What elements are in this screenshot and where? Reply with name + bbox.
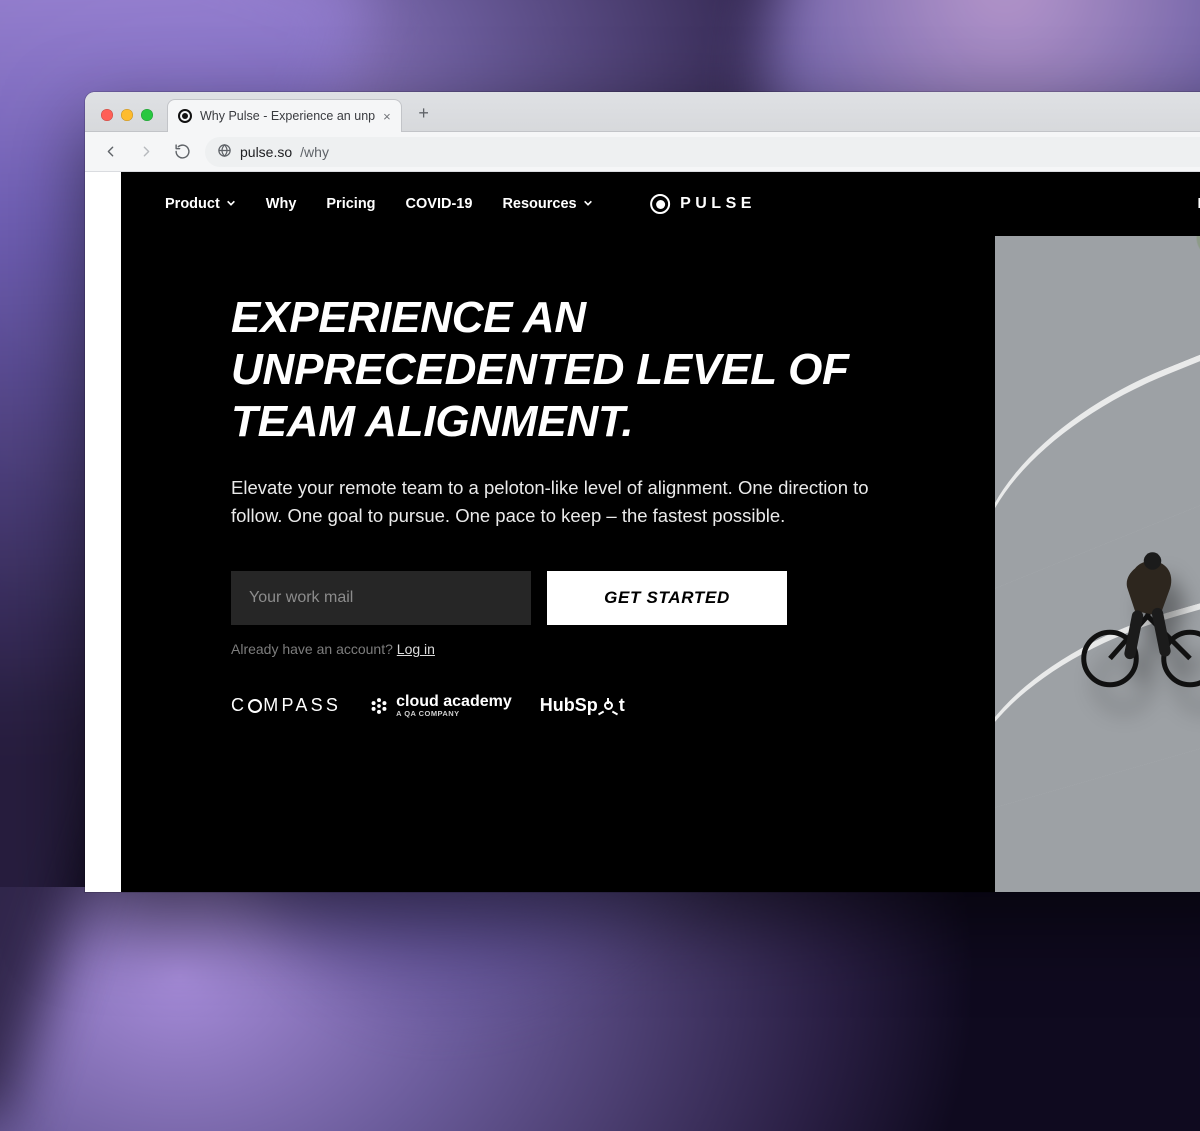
browser-window: Why Pulse - Experience an unp × + pulse.… bbox=[85, 92, 1200, 892]
nav-item-product[interactable]: Product bbox=[165, 196, 236, 212]
address-bar[interactable]: pulse.so/why bbox=[205, 137, 1200, 167]
nav-item-resources[interactable]: Resources bbox=[502, 196, 592, 212]
customer-logos: CMPASS cloud academy A QA COMPANY bbox=[231, 693, 901, 718]
nav-item-pricing[interactable]: Pricing bbox=[326, 196, 375, 212]
page-viewport: Product Why Pricing COVID-19 Resources bbox=[85, 172, 1200, 892]
nav-label: Pricing bbox=[326, 196, 375, 212]
page-left-gutter bbox=[85, 172, 121, 892]
logo-ca-text: cloud academy bbox=[396, 693, 512, 710]
chevron-down-icon bbox=[226, 196, 236, 212]
url-path: /why bbox=[300, 144, 329, 160]
globe-icon bbox=[217, 143, 232, 158]
nav-item-why[interactable]: Why bbox=[266, 196, 297, 212]
new-tab-button[interactable]: + bbox=[410, 99, 438, 127]
site-nav: Product Why Pricing COVID-19 Resources bbox=[121, 172, 1200, 236]
brand-logo[interactable]: PULSE bbox=[650, 194, 756, 214]
back-button[interactable] bbox=[97, 139, 123, 165]
tab-favicon bbox=[178, 109, 192, 123]
flower-icon bbox=[369, 696, 389, 716]
logo-hs-right: t bbox=[619, 695, 625, 716]
nav-item-covid19[interactable]: COVID-19 bbox=[406, 196, 473, 212]
reload-button[interactable] bbox=[169, 139, 195, 165]
window-controls bbox=[95, 109, 159, 131]
already-prompt: Already have an account? bbox=[231, 641, 397, 657]
minimize-window-button[interactable] bbox=[121, 109, 133, 121]
brand-mark-icon bbox=[650, 194, 670, 214]
logo-hubspot: HubSp t bbox=[540, 695, 625, 716]
signup-row: GET STARTED bbox=[231, 571, 901, 625]
nav-label: Product bbox=[165, 196, 220, 212]
hero-subhead: Elevate your remote team to a peloton-li… bbox=[231, 474, 871, 531]
hero-image bbox=[995, 236, 1200, 892]
logo-hs-left: HubSp bbox=[540, 695, 598, 716]
close-window-button[interactable] bbox=[101, 109, 113, 121]
forward-button[interactable] bbox=[133, 139, 159, 165]
compass-o-icon bbox=[248, 699, 262, 713]
tab-close-icon[interactable]: × bbox=[383, 110, 391, 123]
chevron-down-icon bbox=[583, 196, 593, 212]
already-have-account: Already have an account? Log in bbox=[231, 641, 901, 657]
email-input[interactable] bbox=[231, 571, 531, 625]
hubspot-sprocket-icon bbox=[601, 698, 616, 713]
url-domain: pulse.so bbox=[240, 144, 292, 160]
get-started-button[interactable]: GET STARTED bbox=[547, 571, 787, 625]
maximize-window-button[interactable] bbox=[141, 109, 153, 121]
tab-title: Why Pulse - Experience an unp bbox=[200, 109, 375, 123]
site-info-icon[interactable] bbox=[217, 143, 232, 161]
page-body: Product Why Pricing COVID-19 Resources bbox=[121, 172, 1200, 892]
logo-ca-subtext: A QA COMPANY bbox=[396, 709, 512, 718]
nav-left: Product Why Pricing COVID-19 Resources bbox=[165, 196, 593, 212]
browser-tabstrip: Why Pulse - Experience an unp × + bbox=[85, 92, 1200, 132]
brand-name: PULSE bbox=[680, 195, 756, 213]
nav-label: Resources bbox=[502, 196, 576, 212]
nav-label: COVID-19 bbox=[406, 196, 473, 212]
hero-section: EXPERIENCE AN UNPRECEDENTED LEVEL OF TEA… bbox=[121, 172, 901, 892]
cyclist-silhouette bbox=[1075, 551, 1200, 689]
login-link[interactable]: Log in bbox=[397, 641, 435, 657]
browser-tab-active[interactable]: Why Pulse - Experience an unp × bbox=[167, 99, 402, 132]
nav-label: Why bbox=[266, 196, 297, 212]
logo-cloud-academy: cloud academy A QA COMPANY bbox=[369, 693, 512, 718]
logo-compass: CMPASS bbox=[231, 695, 341, 716]
hero-headline: EXPERIENCE AN UNPRECEDENTED LEVEL OF TEA… bbox=[231, 292, 901, 448]
browser-toolbar: pulse.so/why bbox=[85, 132, 1200, 172]
